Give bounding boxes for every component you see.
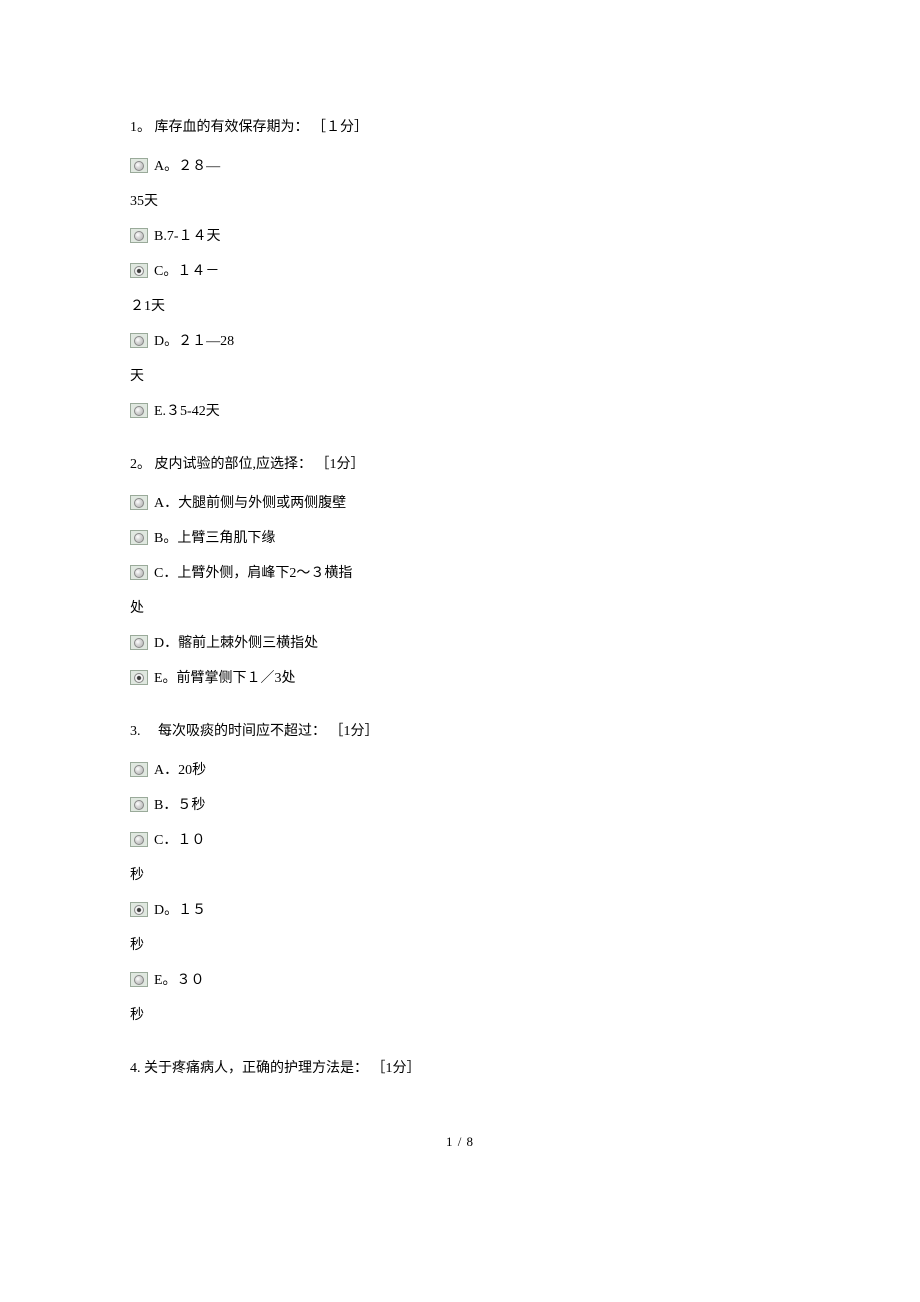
option-row: B.7-１４天 — [130, 219, 790, 254]
question-block: 3. 每次吸痰的时间应不超过： ［1分］A．20秒B．５秒C．１０秒D。１５秒E… — [130, 714, 790, 1033]
radio-unselected-icon — [134, 638, 144, 648]
option-row: C．上臂外侧，肩峰下2～３横指处 — [130, 556, 790, 626]
radio-unselected-icon — [134, 498, 144, 508]
radio-button[interactable] — [130, 797, 148, 812]
radio-unselected-icon — [134, 835, 144, 845]
option-row: D。２１—28天 — [130, 324, 790, 394]
option-label: D．髂前上棘外侧三横指处 — [154, 626, 318, 661]
option-label: E.３5-42天 — [154, 394, 220, 429]
radio-unselected-icon — [134, 533, 144, 543]
option-wrap-text: ２1天 — [130, 289, 790, 324]
option-label: C．１０ — [154, 823, 205, 858]
radio-button[interactable] — [130, 635, 148, 650]
option-label: B.7-１４天 — [154, 219, 221, 254]
radio-button[interactable] — [130, 263, 148, 278]
option-row: E。前臂掌侧下１／3处 — [130, 661, 790, 696]
radio-unselected-icon — [134, 231, 144, 241]
option-wrap-text: 秒 — [130, 858, 790, 893]
radio-unselected-icon — [134, 800, 144, 810]
radio-selected-icon — [134, 673, 144, 683]
radio-unselected-icon — [134, 336, 144, 346]
option-row: D。１５秒 — [130, 893, 790, 963]
option-label: A。２８— — [154, 149, 220, 184]
page-footer: 1 / 8 — [130, 1126, 790, 1159]
question-text: 4. 关于疼痛病人，正确的护理方法是： ［1分］ — [130, 1051, 790, 1086]
radio-button[interactable] — [130, 530, 148, 545]
option-row: A。２８—35天 — [130, 149, 790, 219]
radio-selected-icon — [134, 266, 144, 276]
option-row: E.３5-42天 — [130, 394, 790, 429]
radio-button[interactable] — [130, 158, 148, 173]
radio-selected-icon — [134, 905, 144, 915]
option-row: C。１４－２1天 — [130, 254, 790, 324]
question-block: 2。 皮内试验的部位,应选择： ［1分］ A．大腿前侧与外侧或两侧腹壁B。上臂三角… — [130, 447, 790, 696]
option-label: B．５秒 — [154, 788, 205, 823]
radio-button[interactable] — [130, 762, 148, 777]
option-wrap-text: 35天 — [130, 184, 790, 219]
question-block: 1。 库存血的有效保存期为： ［１分］ A。２８—35天B.7-１４天C。１４－２… — [130, 110, 790, 429]
radio-unselected-icon — [134, 161, 144, 171]
question-block: 4. 关于疼痛病人，正确的护理方法是： ［1分］ — [130, 1051, 790, 1086]
radio-unselected-icon — [134, 406, 144, 416]
option-row: E。３０秒 — [130, 963, 790, 1033]
option-label: C．上臂外侧，肩峰下2～３横指 — [154, 556, 352, 591]
option-row: C．１０秒 — [130, 823, 790, 893]
radio-button[interactable] — [130, 228, 148, 243]
option-label: E。前臂掌侧下１／3处 — [154, 661, 296, 696]
option-label: A．大腿前侧与外侧或两侧腹壁 — [154, 486, 346, 521]
option-label: E。３０ — [154, 963, 205, 998]
option-row: A．大腿前侧与外侧或两侧腹壁 — [130, 486, 790, 521]
option-row: B．５秒 — [130, 788, 790, 823]
radio-button[interactable] — [130, 902, 148, 917]
radio-button[interactable] — [130, 832, 148, 847]
radio-unselected-icon — [134, 765, 144, 775]
option-row: D．髂前上棘外侧三横指处 — [130, 626, 790, 661]
option-wrap-text: 处 — [130, 591, 790, 626]
radio-button[interactable] — [130, 565, 148, 580]
option-row: B。上臂三角肌下缘 — [130, 521, 790, 556]
radio-button[interactable] — [130, 670, 148, 685]
option-label: D。２１—28 — [154, 324, 234, 359]
radio-unselected-icon — [134, 975, 144, 985]
radio-button[interactable] — [130, 333, 148, 348]
option-label: C。１４－ — [154, 254, 219, 289]
option-label: A．20秒 — [154, 753, 206, 788]
option-wrap-text: 天 — [130, 359, 790, 394]
radio-button[interactable] — [130, 403, 148, 418]
question-text: 3. 每次吸痰的时间应不超过： ［1分］ — [130, 714, 790, 749]
radio-button[interactable] — [130, 495, 148, 510]
radio-unselected-icon — [134, 568, 144, 578]
option-label: B。上臂三角肌下缘 — [154, 521, 275, 556]
question-text: 1。 库存血的有效保存期为： ［１分］ — [130, 110, 790, 145]
radio-button[interactable] — [130, 972, 148, 987]
question-text: 2。 皮内试验的部位,应选择： ［1分］ — [130, 447, 790, 482]
option-label: D。１５ — [154, 893, 206, 928]
page-content: 1。 库存血的有效保存期为： ［１分］ A。２８—35天B.7-１４天C。１４－２… — [0, 0, 920, 1219]
option-row: A．20秒 — [130, 753, 790, 788]
option-wrap-text: 秒 — [130, 998, 790, 1033]
option-wrap-text: 秒 — [130, 928, 790, 963]
